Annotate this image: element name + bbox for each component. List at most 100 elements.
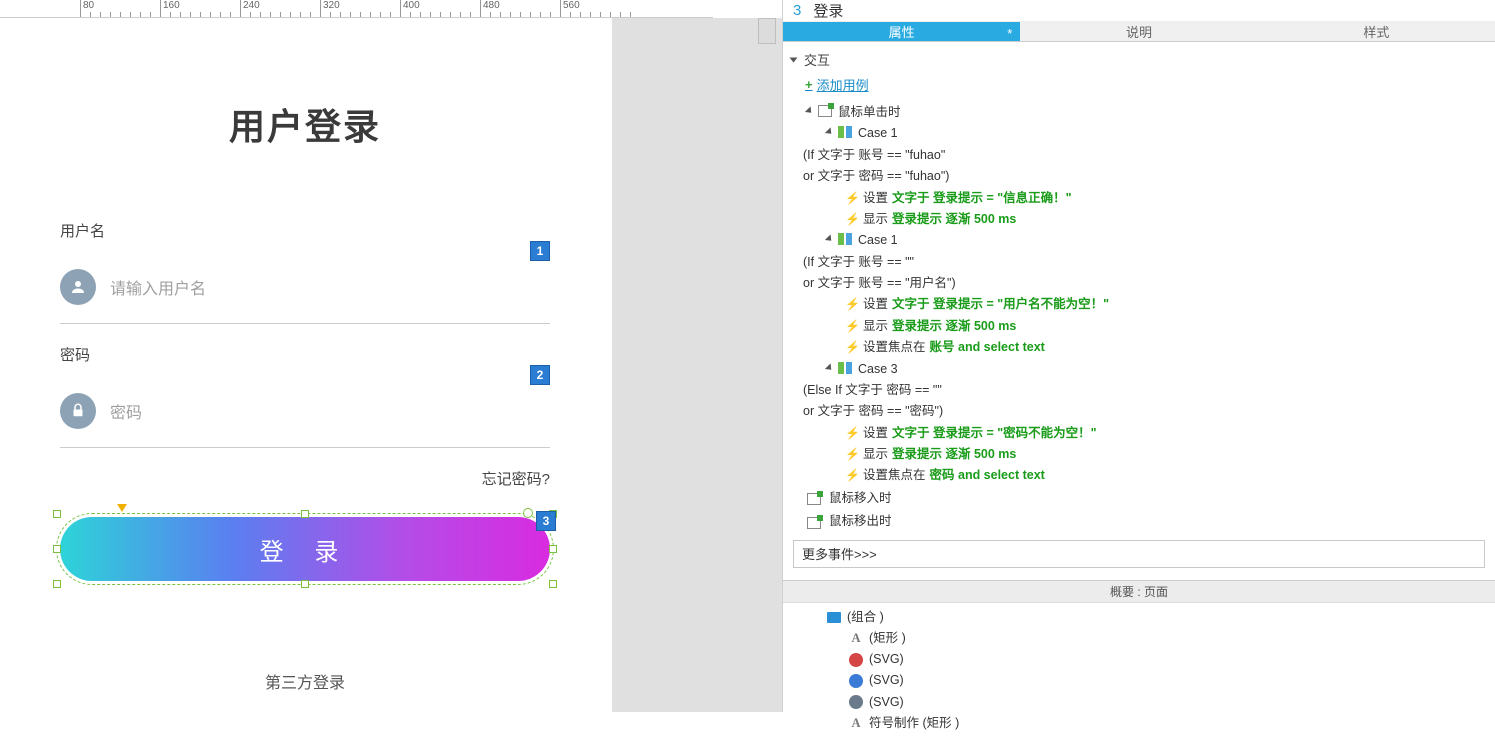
forgot-password-link[interactable]: 忘记密码? bbox=[60, 468, 550, 489]
page[interactable]: 用户登录 用户名 请输入用户名 1 密码 密码 2 忘记密码? 登 录 bbox=[0, 18, 612, 712]
lock-icon bbox=[60, 393, 96, 429]
outline-label: (SVG) bbox=[869, 670, 904, 691]
dirty-marker: * bbox=[1007, 26, 1012, 41]
footnote-badge-1[interactable]: 1 bbox=[530, 241, 550, 261]
footnote-badge-3[interactable]: 3 bbox=[536, 511, 556, 531]
case-condition: (If 文字于 账号 == "fuhao" bbox=[791, 145, 1491, 166]
resize-handle[interactable] bbox=[549, 580, 557, 588]
action-row[interactable]: ⚡显示 登录提示 逐渐 500 ms bbox=[791, 209, 1491, 230]
chevron-down-icon bbox=[790, 57, 798, 62]
horizontal-ruler: 80 160 240 320 400 480 560 bbox=[0, 0, 713, 18]
add-case-link[interactable]: + 添加用例 bbox=[787, 71, 1491, 102]
action-row[interactable]: ⚡设置焦点在 账号 and select text bbox=[791, 337, 1491, 358]
add-case-label: 添加用例 bbox=[817, 75, 869, 94]
login-button-selected[interactable]: 登 录 3 bbox=[60, 517, 550, 581]
case-label: Case 1 bbox=[858, 231, 898, 250]
outline-item[interactable]: (SVG) bbox=[791, 670, 1487, 691]
action-row[interactable]: ⚡显示 登录提示 逐渐 500 ms bbox=[791, 444, 1491, 465]
outline-header[interactable]: 概要 : 页面 bbox=[783, 581, 1495, 603]
event-onmouseleave[interactable]: 鼠标移出时 bbox=[791, 510, 1491, 533]
outline-group[interactable]: (组合 ) bbox=[791, 607, 1487, 628]
ruler-tick: 160 bbox=[160, 0, 161, 18]
tab-description[interactable]: 说明 bbox=[1020, 22, 1257, 42]
event-icon bbox=[818, 105, 832, 117]
bolt-icon: ⚡ bbox=[845, 317, 857, 336]
canvas[interactable]: 用户登录 用户名 请输入用户名 1 密码 密码 2 忘记密码? 登 录 bbox=[0, 18, 782, 712]
case-node[interactable]: Case 1 bbox=[791, 230, 1491, 251]
username-field[interactable]: 请输入用户名 1 bbox=[60, 269, 550, 324]
outline-item[interactable]: A 符号制作 (矩形 ) bbox=[791, 713, 1487, 734]
action-row[interactable]: ⚡设置 文字于 登录提示 = "用户名不能为空！" bbox=[791, 294, 1491, 315]
resize-handle[interactable] bbox=[301, 580, 309, 588]
tab-style[interactable]: 样式 bbox=[1258, 22, 1495, 42]
resize-handle[interactable] bbox=[53, 580, 61, 588]
tab-properties-label: 属性 bbox=[889, 22, 915, 41]
event-label: 鼠标移入时 bbox=[829, 489, 892, 508]
outline-item[interactable]: (SVG) bbox=[791, 692, 1487, 713]
outline-label: (矩形 ) bbox=[869, 628, 906, 649]
bolt-icon: ⚡ bbox=[845, 189, 857, 208]
action-row[interactable]: ⚡设置 文字于 登录提示 = "密码不能为空！" bbox=[791, 423, 1491, 444]
ruler-tick: 560 bbox=[560, 0, 561, 18]
action-row[interactable]: ⚡设置焦点在 密码 and select text bbox=[791, 465, 1491, 486]
event-onmouseenter[interactable]: 鼠标移入时 bbox=[791, 487, 1491, 510]
inspector-tabs: 属性 * 说明 样式 bbox=[783, 22, 1495, 42]
svg-icon bbox=[849, 695, 863, 709]
outline-label: (组合 ) bbox=[847, 607, 884, 628]
ruler-tick: 400 bbox=[400, 0, 401, 18]
case-condition: or 文字于 密码 == "fuhao") bbox=[791, 166, 1491, 187]
action-row[interactable]: ⚡设置 文字于 登录提示 = "信息正确！" bbox=[791, 188, 1491, 209]
svg-icon bbox=[849, 674, 863, 688]
outline-item[interactable]: (SVG) bbox=[791, 649, 1487, 670]
case-node[interactable]: Case 3 bbox=[791, 359, 1491, 380]
plus-icon: + bbox=[805, 77, 813, 92]
case-node[interactable]: Case 1 bbox=[791, 123, 1491, 144]
case-icon bbox=[838, 126, 852, 138]
case-icon bbox=[838, 362, 852, 374]
selection-header: 3 登录 bbox=[783, 0, 1495, 22]
footnote-badge-2[interactable]: 2 bbox=[530, 365, 550, 385]
page-title: 用户登录 bbox=[60, 98, 550, 150]
case-icon bbox=[838, 233, 852, 245]
ruler-tick: 80 bbox=[80, 0, 81, 18]
password-field[interactable]: 密码 2 bbox=[60, 393, 550, 448]
ruler-tick: 480 bbox=[480, 0, 481, 18]
resize-handle[interactable] bbox=[549, 545, 557, 553]
event-onclick[interactable]: 鼠标单击时 bbox=[791, 102, 1491, 123]
bolt-icon: ⚡ bbox=[845, 295, 857, 314]
interactions-header[interactable]: 交互 bbox=[787, 48, 1491, 71]
outline-label: (SVG) bbox=[869, 692, 904, 713]
svg-icon bbox=[849, 653, 863, 667]
bolt-icon: ⚡ bbox=[845, 466, 857, 485]
scrollbar-thumb[interactable] bbox=[758, 18, 776, 44]
chevron-down-icon bbox=[825, 363, 834, 372]
bolt-icon: ⚡ bbox=[845, 424, 857, 443]
chevron-down-icon bbox=[825, 235, 834, 244]
text-icon: A bbox=[849, 713, 863, 734]
user-icon bbox=[60, 269, 96, 305]
text-icon: A bbox=[849, 628, 863, 649]
outline-label: 符号制作 (矩形 ) bbox=[869, 713, 959, 734]
folder-icon bbox=[827, 612, 841, 623]
case-condition: or 文字于 账号 == "用户名") bbox=[791, 273, 1491, 294]
ruler-tick: 240 bbox=[240, 0, 241, 18]
connector-handle[interactable] bbox=[117, 504, 127, 512]
rotate-handle[interactable] bbox=[523, 508, 533, 518]
login-form-mock: 用户登录 用户名 请输入用户名 1 密码 密码 2 忘记密码? 登 录 bbox=[60, 98, 550, 693]
case-condition: (If 文字于 账号 == "" bbox=[791, 252, 1491, 273]
ruler-tick: 320 bbox=[320, 0, 321, 18]
tab-properties[interactable]: 属性 * bbox=[783, 22, 1020, 42]
case-condition: (Else If 文字于 密码 == "" bbox=[791, 380, 1491, 401]
outline-item[interactable]: A (矩形 ) bbox=[791, 628, 1487, 649]
interactions-section: 交互 + 添加用例 鼠标单击时 Case 1 (If 文字于 账号 == "fu… bbox=[783, 42, 1495, 580]
bolt-icon: ⚡ bbox=[845, 338, 857, 357]
chevron-down-icon bbox=[825, 128, 834, 137]
password-placeholder: 密码 bbox=[110, 399, 142, 423]
inspector-panel: 3 登录 属性 * 说明 样式 交互 + 添加用例 鼠标单击时 bbox=[782, 0, 1495, 712]
login-button[interactable]: 登 录 bbox=[60, 517, 550, 581]
resize-handle[interactable] bbox=[53, 510, 61, 518]
more-events-input[interactable]: 更多事件>>> bbox=[793, 540, 1485, 568]
password-label: 密码 bbox=[60, 344, 550, 365]
action-row[interactable]: ⚡显示 登录提示 逐渐 500 ms bbox=[791, 316, 1491, 337]
bolt-icon: ⚡ bbox=[845, 445, 857, 464]
